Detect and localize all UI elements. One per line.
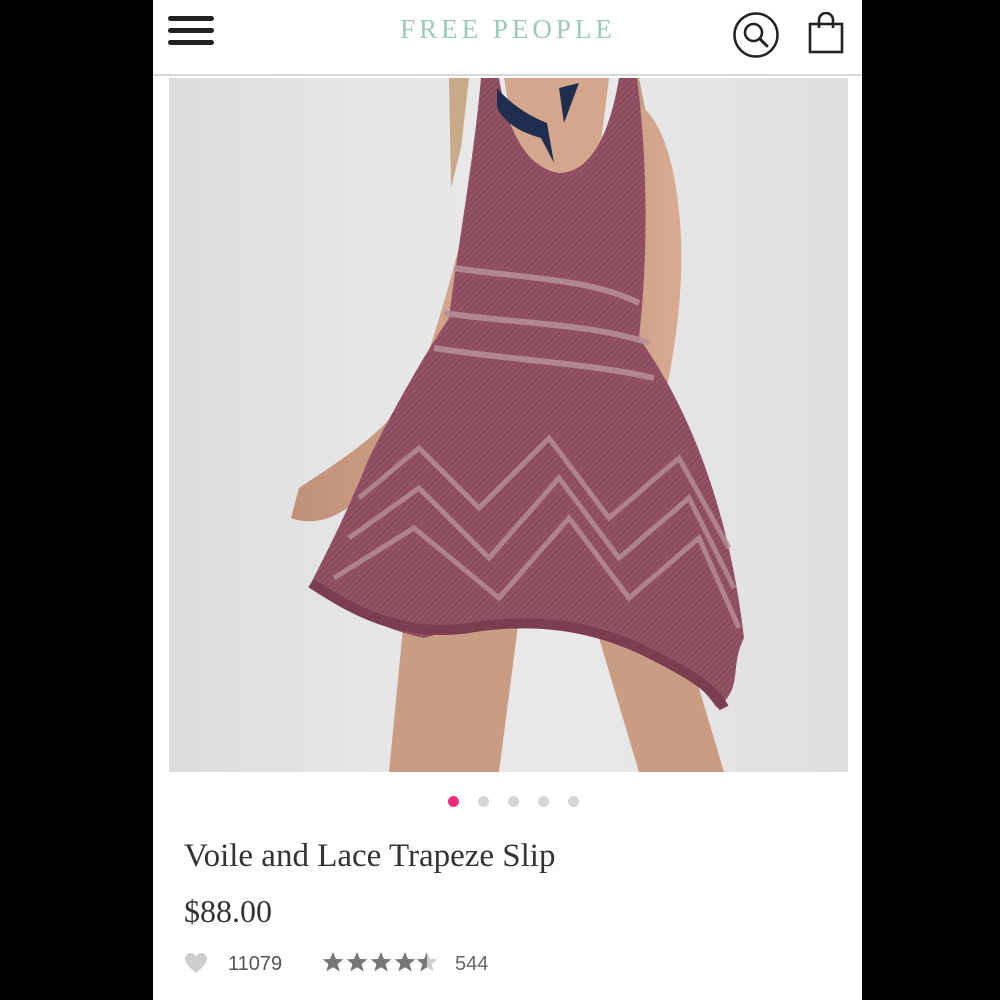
brand-logo[interactable]: FREE PEOPLE xyxy=(353,14,663,45)
product-photo-illustration xyxy=(291,78,744,772)
carousel-dot-5[interactable] xyxy=(568,796,579,807)
product-title: Voile and Lace Trapeze Slip xyxy=(184,838,556,874)
hamburger-menu-icon[interactable] xyxy=(168,14,214,48)
heart-icon[interactable] xyxy=(184,952,208,974)
shopping-bag-icon[interactable] xyxy=(808,12,844,54)
product-meta-row: 11079 544 xyxy=(184,950,844,980)
favorites-count: 11079 xyxy=(228,953,283,975)
star-icon xyxy=(322,952,438,972)
top-navigation-bar: FREE PEOPLE xyxy=(153,0,862,76)
search-icon[interactable] xyxy=(732,11,780,59)
carousel-dot-2[interactable] xyxy=(478,796,489,807)
product-image[interactable] xyxy=(169,78,848,772)
image-carousel-indicators xyxy=(153,796,862,810)
product-price: $88.00 xyxy=(184,893,272,929)
review-count[interactable]: 544 xyxy=(455,953,488,976)
phone-screen: FREE PEOPLE Voile and Lace Trapeze Slip … xyxy=(153,0,862,1000)
carousel-dot-4[interactable] xyxy=(538,796,549,807)
carousel-dot-1[interactable] xyxy=(448,796,459,807)
carousel-dot-3[interactable] xyxy=(508,796,519,807)
star-rating[interactable] xyxy=(322,951,438,975)
